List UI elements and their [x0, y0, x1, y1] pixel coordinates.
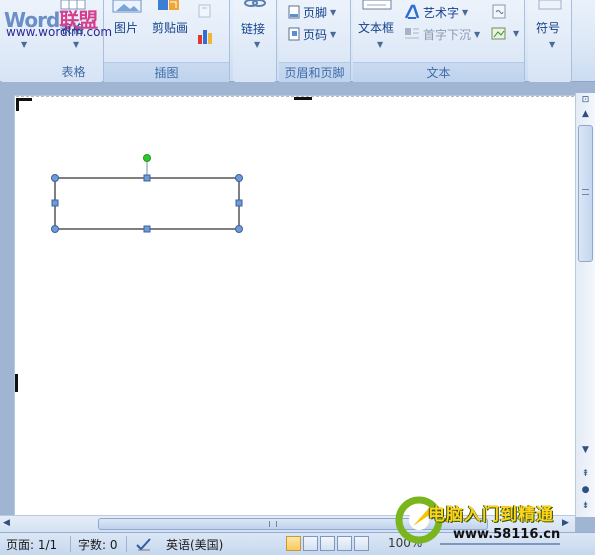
site-logo: Word联盟 www.wordlm.com — [4, 4, 116, 44]
scroll-left-icon[interactable]: ◀ — [3, 518, 10, 528]
web-layout-view-button[interactable] — [320, 536, 335, 551]
crop-mark-left-center — [15, 374, 18, 392]
symbol-button[interactable]: 符号 ▼ — [530, 0, 570, 60]
footer-button[interactable]: 页脚 ▼ — [288, 3, 336, 21]
zoom-slider[interactable] — [440, 543, 560, 545]
table-group-label: 表格 — [61, 65, 86, 79]
clipart-button[interactable]: 剪贴画 — [150, 0, 194, 60]
signature-line-icon — [492, 4, 506, 19]
textbox-icon — [362, 0, 392, 10]
grip-icon — [582, 189, 589, 195]
page-number-button-label: 页码 — [303, 27, 328, 42]
dropcap-button[interactable]: 首字下沉 ▼ — [404, 25, 480, 43]
resize-handle-left[interactable] — [51, 199, 59, 207]
logo-url: www.wordlm.com — [6, 25, 113, 39]
signature-line-button[interactable] — [490, 3, 510, 21]
full-screen-reading-view-button[interactable] — [303, 536, 318, 551]
illustrations-group-label: 插图 — [104, 62, 229, 82]
word-count[interactable]: 字数: 0 — [78, 536, 118, 553]
footer-button-label: 页脚 — [303, 5, 328, 20]
wordart-button[interactable]: 艺术字 ▼ — [404, 3, 468, 21]
wordart-icon — [404, 4, 420, 19]
footer-icon — [288, 5, 300, 19]
rectangle-shape[interactable] — [54, 177, 240, 230]
object-button[interactable]: ▼ — [490, 25, 520, 43]
crop-mark-top-center — [294, 97, 312, 100]
picture-icon — [112, 0, 142, 13]
vertical-scroll-thumb[interactable] — [578, 125, 593, 262]
page-count[interactable]: 页面: 1/1 — [6, 536, 57, 553]
scroll-right-icon[interactable]: ▶ — [562, 518, 569, 528]
ruler-toggle-icon[interactable]: ⊡ — [578, 93, 593, 107]
grip-icon — [269, 521, 277, 527]
resize-handle-right[interactable] — [235, 199, 243, 207]
link-button-label: 链接 — [241, 22, 266, 36]
chart-button[interactable] — [196, 26, 216, 46]
text-group-label: 文本 — [353, 62, 524, 82]
picture-button-label: 图片 — [114, 21, 139, 35]
resize-handle-top-right[interactable] — [235, 174, 243, 182]
watermark-url: www.58116.cn — [453, 527, 561, 542]
omega-icon — [538, 0, 562, 10]
browse-object-icon[interactable]: ● — [578, 483, 593, 497]
scroll-down-icon[interactable]: ▼ — [578, 443, 593, 457]
draft-view-button[interactable] — [354, 536, 369, 551]
link-button[interactable]: 链接 ▼ — [235, 0, 275, 60]
chevron-down-icon: ▼ — [513, 29, 520, 38]
textbox-button[interactable]: 文本框 ▼ — [356, 0, 400, 60]
page-number-button[interactable]: 页码 ▼ — [288, 25, 336, 43]
vertical-scrollbar[interactable]: ⊡ ▲ ▼ ⇞ ● ⇟ — [575, 93, 595, 517]
dropcap-button-label: 首字下沉 — [423, 27, 472, 42]
outline-view-button[interactable] — [337, 536, 352, 551]
resize-handle-top-left[interactable] — [51, 174, 59, 182]
chevron-down-icon: ▼ — [377, 40, 384, 49]
scroll-up-icon[interactable]: ▲ — [578, 107, 593, 121]
next-page-icon[interactable]: ⇟ — [578, 499, 593, 513]
selected-shape[interactable] — [50, 152, 250, 242]
link-icon — [244, 0, 266, 7]
resize-handle-bottom-right[interactable] — [235, 225, 243, 233]
page-number-icon — [288, 27, 300, 41]
textbox-button-label: 文本框 — [358, 21, 395, 35]
crop-mark-top-left-v — [16, 98, 19, 111]
chart-icon — [198, 30, 212, 44]
status-divider — [126, 536, 127, 552]
chevron-down-icon: ▼ — [330, 7, 337, 17]
chevron-down-icon: ▼ — [330, 29, 337, 39]
chevron-down-icon: ▼ — [254, 40, 261, 49]
chevron-down-icon: ▼ — [549, 40, 556, 49]
dropcap-icon — [405, 28, 419, 39]
shapes-button[interactable] — [196, 2, 216, 20]
watermark-title: 电脑入门到精通 — [428, 505, 554, 525]
header-footer-group-label: 页眉和页脚 — [279, 62, 350, 82]
clipart-button-label: 剪贴画 — [152, 21, 189, 35]
rotate-handle[interactable] — [143, 154, 151, 162]
symbol-button-label: 符号 — [536, 21, 561, 35]
language[interactable]: 英语(美国) — [166, 536, 223, 553]
shapes-icon — [198, 4, 211, 18]
print-layout-view-button[interactable] — [286, 536, 301, 551]
status-divider — [70, 536, 71, 552]
object-icon — [491, 27, 506, 40]
wordart-button-label: 艺术字 — [423, 5, 460, 20]
chevron-down-icon: ▼ — [462, 7, 469, 17]
proofing-check-icon[interactable] — [135, 536, 153, 552]
resize-handle-bottom[interactable] — [143, 225, 151, 233]
previous-page-icon[interactable]: ⇞ — [578, 467, 593, 481]
resize-handle-bottom-left[interactable] — [51, 225, 59, 233]
chevron-down-icon: ▼ — [474, 29, 481, 39]
clipart-icon — [158, 0, 179, 10]
resize-handle-top[interactable] — [143, 174, 151, 182]
ribbon: 表格 表格 ▼ ▼ 插图 图片 剪贴画 链接 ▼ 页眉和页脚 页脚 ▼ 页码 ▼… — [0, 0, 595, 82]
